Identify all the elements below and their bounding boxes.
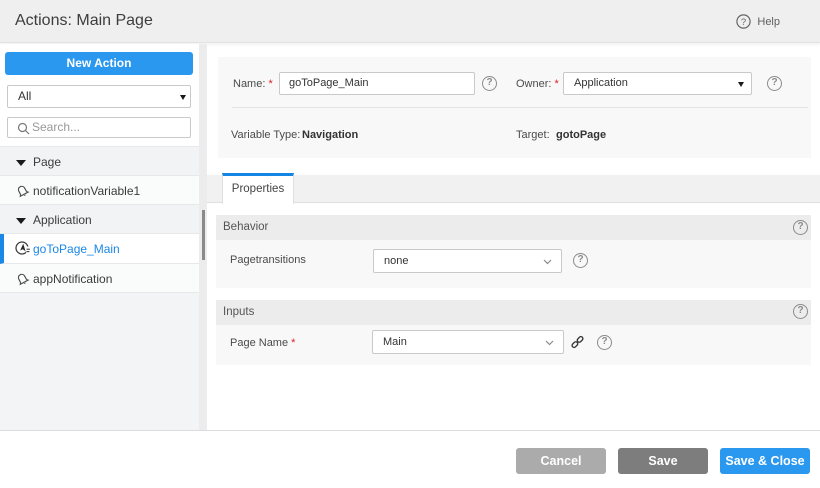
- svg-text:?: ?: [741, 17, 746, 28]
